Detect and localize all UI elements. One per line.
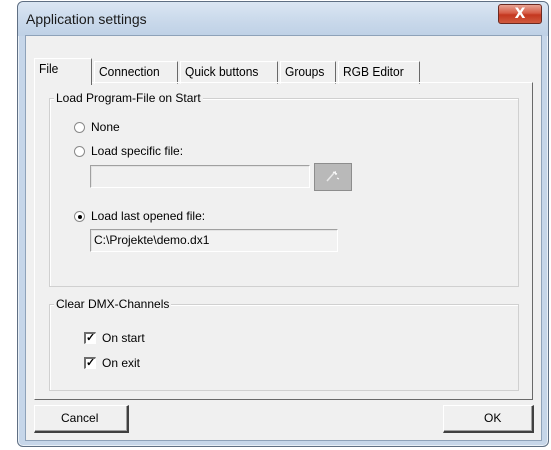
- radio-load-last-opened[interactable]: Load last opened file:: [74, 209, 205, 223]
- cancel-button-label: Cancel: [61, 411, 99, 425]
- cancel-button[interactable]: Cancel: [34, 405, 129, 433]
- tab-connection-label: Connection: [99, 64, 160, 80]
- clear-dmx-group: Clear DMX-Channels ✓ On start ✓ On exit: [49, 297, 519, 391]
- title-bar[interactable]: Application settings X: [18, 2, 548, 36]
- tab-rgb-editor-label: RGB Editor: [343, 64, 404, 80]
- close-button[interactable]: X: [498, 4, 542, 24]
- tab-connection[interactable]: Connection: [94, 61, 178, 84]
- radio-load-last-opened-indicator: [74, 210, 85, 222]
- tab-quick-buttons[interactable]: Quick buttons: [180, 61, 278, 84]
- browse-file-button[interactable]: [314, 163, 352, 191]
- ok-button[interactable]: OK: [443, 405, 534, 433]
- checkbox-on-start-label: On start: [102, 331, 145, 345]
- checkbox-on-exit-label: On exit: [102, 356, 141, 370]
- tab-file-label: File: [39, 61, 59, 77]
- tab-groups[interactable]: Groups: [280, 61, 336, 84]
- load-program-group: Load Program-File on Start None Load spe…: [49, 91, 519, 287]
- radio-none-indicator: [74, 121, 85, 133]
- checkbox-on-exit-box: ✓: [84, 357, 96, 369]
- checkbox-on-exit[interactable]: ✓ On exit: [84, 356, 140, 370]
- radio-none-label: None: [91, 120, 120, 134]
- tab-groups-label: Groups: [285, 64, 325, 80]
- radio-none[interactable]: None: [74, 120, 120, 134]
- tab-quick-buttons-label: Quick buttons: [185, 64, 259, 80]
- checkbox-on-start[interactable]: ✓ On start: [84, 331, 145, 345]
- window-title: Application settings: [26, 11, 147, 27]
- last-opened-file-field[interactable]: C:\Projekte\demo.dx1: [90, 229, 338, 252]
- specific-file-field[interactable]: [90, 165, 310, 188]
- checkbox-on-start-box: ✓: [84, 332, 96, 344]
- clear-dmx-group-label: Clear DMX-Channels: [54, 297, 172, 311]
- radio-load-specific-file-indicator: [74, 145, 85, 157]
- ok-button-label: OK: [484, 411, 502, 425]
- tab-rgb-editor[interactable]: RGB Editor: [338, 61, 420, 84]
- radio-load-specific-file-label: Load specific file:: [91, 144, 184, 158]
- wand-icon: [326, 170, 340, 182]
- radio-load-specific-file[interactable]: Load specific file:: [74, 144, 183, 158]
- tab-file[interactable]: File: [34, 58, 92, 85]
- load-program-group-label: Load Program-File on Start: [54, 91, 203, 105]
- close-icon: X: [514, 6, 526, 22]
- settings-dialog: Application settings X File Connection Q…: [17, 1, 549, 447]
- dialog-client-area: File Connection Quick buttons Groups RGB…: [25, 35, 542, 441]
- file-tab-panel: Load Program-File on Start None Load spe…: [34, 82, 533, 400]
- radio-load-last-opened-label: Load last opened file:: [91, 209, 206, 223]
